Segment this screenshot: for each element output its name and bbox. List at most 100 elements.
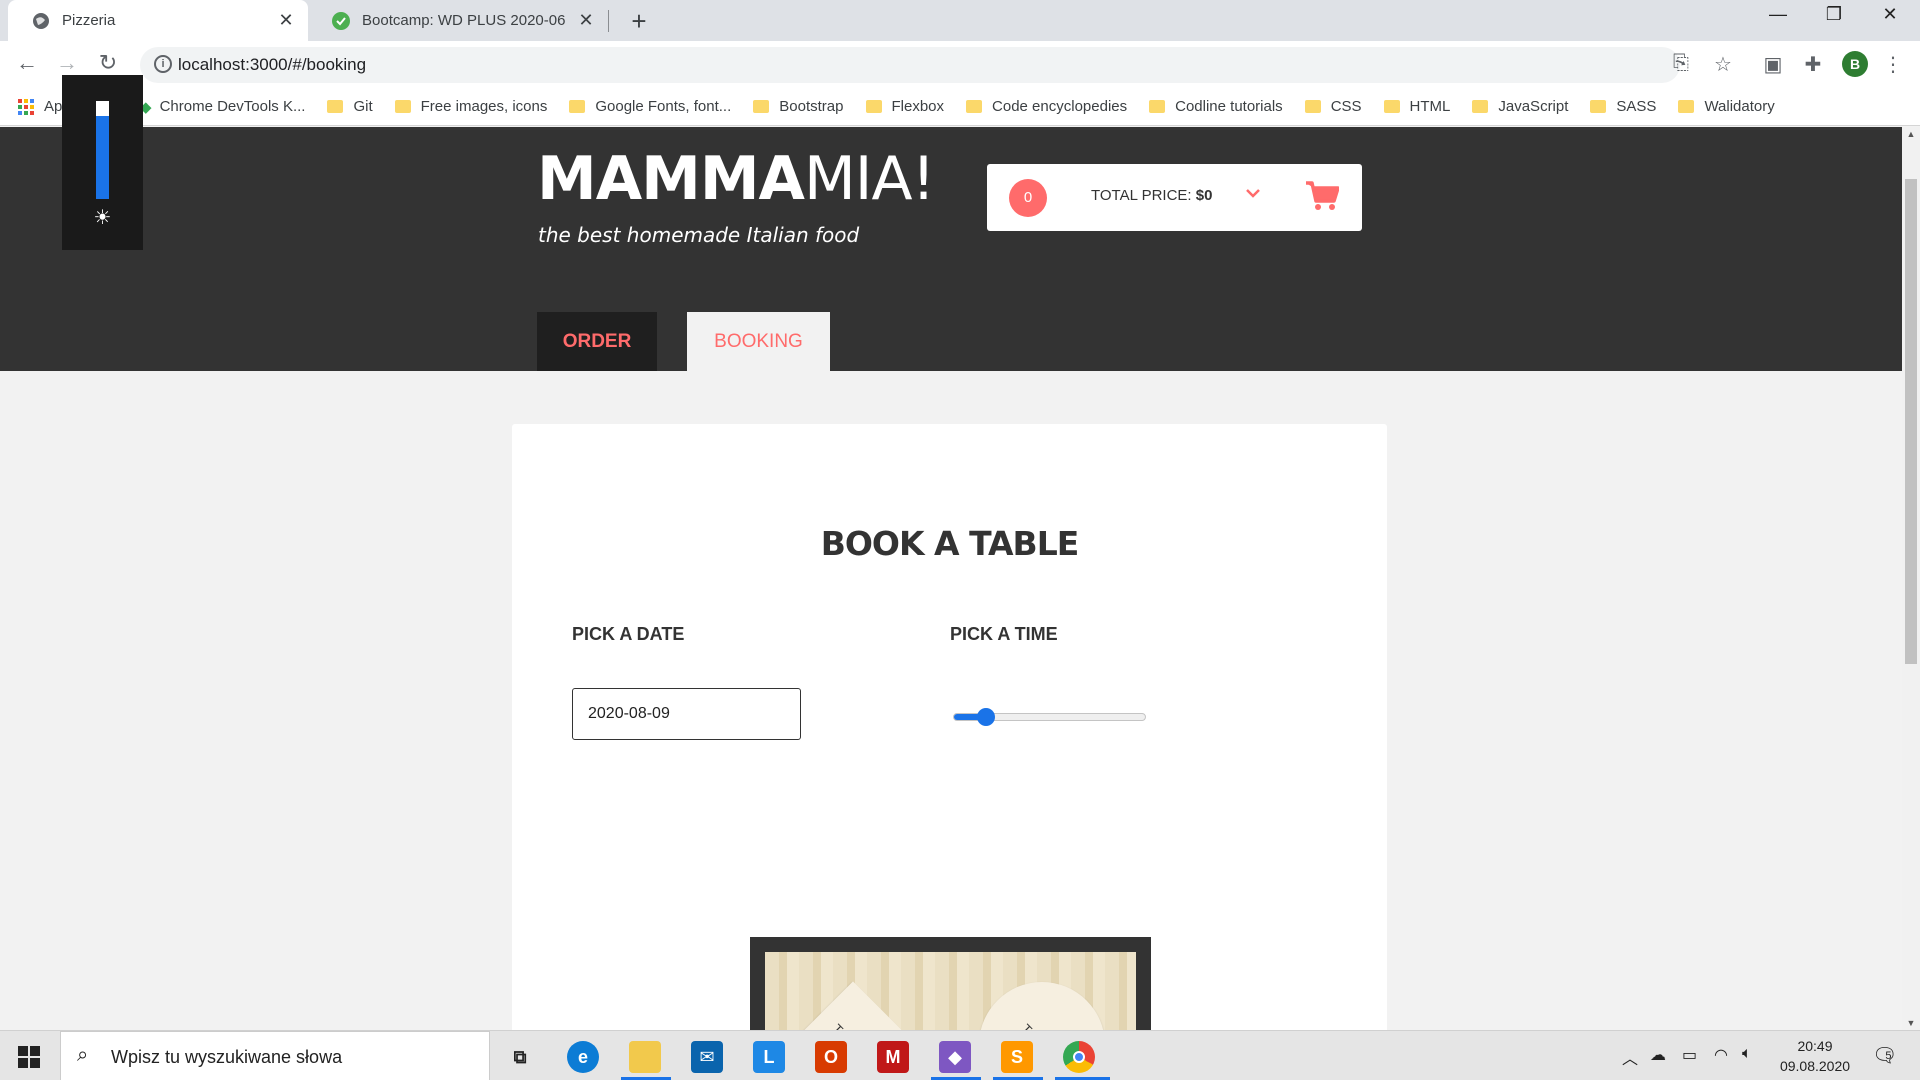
volume-icon[interactable]: 🔈︎: [1742, 1045, 1752, 1063]
folder-icon: [1678, 100, 1695, 113]
minimize-button[interactable]: —: [1750, 4, 1806, 25]
bookmark-label: Google Fonts, font...: [595, 98, 732, 115]
new-tab-button[interactable]: +: [624, 6, 654, 37]
notification-center-icon[interactable]: 🗨︎5: [1872, 1043, 1904, 1068]
extension-icon[interactable]: ▣: [1760, 52, 1786, 77]
bookmark-free-images[interactable]: Free images, icons: [394, 98, 548, 115]
bookmark-label: Free images, icons: [420, 98, 548, 115]
forward-button[interactable]: →: [52, 50, 82, 76]
onedrive-icon[interactable]: ☁: [1650, 1045, 1666, 1065]
bookmark-bootstrap[interactable]: Bootstrap: [753, 98, 844, 115]
bootcamp-favicon-icon: [332, 11, 350, 30]
bookmark-label: Flexbox: [891, 98, 945, 115]
page-scrollbar[interactable]: ▲ ▼: [1902, 127, 1920, 1030]
bookmark-javascript[interactable]: JavaScript: [1472, 98, 1568, 115]
bookmarks-bar: Aplikacje ◆ Chrome DevTools K... Git Fre…: [0, 88, 1920, 126]
site-info-icon[interactable]: i: [154, 55, 172, 73]
tab-bootcamp[interactable]: Bootcamp: WD PLUS 2020-06 ✕: [308, 0, 608, 41]
browser-tab-bar: Pizzeria ✕ Bootcamp: WD PLUS 2020-06 ✕ +…: [0, 0, 1920, 41]
l-app-icon[interactable]: L: [753, 1041, 785, 1073]
chrome-icon[interactable]: [1063, 1041, 1095, 1073]
bookmark-label: SASS: [1616, 98, 1657, 115]
close-tab-icon[interactable]: ✕: [574, 10, 598, 31]
bookmark-label: Code encyclopedies: [992, 98, 1128, 115]
translate-icon[interactable]: ⎘: [1668, 52, 1694, 75]
sublime-icon[interactable]: S: [1001, 1041, 1033, 1073]
time-label: PICK A TIME: [950, 624, 1058, 644]
tab-pizzeria[interactable]: Pizzeria ✕: [8, 0, 308, 41]
bookmark-sass[interactable]: SASS: [1590, 98, 1656, 115]
folder-icon: [1304, 100, 1321, 113]
clock-time: 20:49: [1797, 1038, 1833, 1054]
url-text[interactable]: localhost:3000/#/booking: [178, 55, 366, 75]
site-logo[interactable]: MAMMAMIA!: [537, 144, 936, 214]
address-bar[interactable]: i localhost:3000/#/booking: [140, 47, 1680, 83]
reload-button[interactable]: ↻: [93, 50, 123, 76]
page-title: BOOK A TABLE: [820, 524, 1080, 563]
restore-button[interactable]: ❐: [1806, 4, 1862, 25]
table-2-label: TABLE-2: [953, 956, 1131, 1030]
folder-icon: [865, 100, 882, 113]
bookmark-devtools[interactable]: ◆ Chrome DevTools K...: [140, 98, 305, 116]
time-slider-thumb[interactable]: [977, 708, 996, 726]
folder-icon: [569, 100, 586, 113]
tab-booking[interactable]: BOOKING: [687, 312, 830, 371]
scroll-up-icon[interactable]: ▲: [1902, 129, 1920, 139]
folder-icon: [966, 100, 983, 113]
bookmark-git[interactable]: Git: [327, 98, 373, 115]
file-explorer-icon[interactable]: [629, 1041, 661, 1073]
bookmark-walidatory[interactable]: Walidatory: [1678, 98, 1775, 115]
extensions-puzzle-icon[interactable]: ✚: [1800, 52, 1826, 77]
bookmark-label: Chrome DevTools K...: [159, 98, 306, 115]
shopping-cart-icon[interactable]: [1305, 180, 1340, 217]
bookmark-html[interactable]: HTML: [1383, 98, 1451, 115]
bookmark-label: Walidatory: [1704, 98, 1775, 115]
scroll-down-icon[interactable]: ▼: [1902, 1018, 1920, 1028]
taskbar-clock[interactable]: 20:49 09.08.2020: [1770, 1036, 1860, 1076]
table-1-label: TABLE-1: [789, 981, 916, 1030]
tray-chevron-up-icon[interactable]: ︿: [1622, 1045, 1638, 1069]
windows-start-icon[interactable]: [18, 1046, 40, 1068]
site-header: MAMMAMIA! the best homemade Italian food…: [0, 127, 1902, 371]
scrollbar-thumb[interactable]: [1905, 179, 1917, 664]
date-field[interactable]: 2020-08-09: [572, 688, 801, 740]
edge-icon[interactable]: e: [567, 1041, 599, 1073]
tab-order[interactable]: ORDER: [537, 312, 657, 371]
site-tagline: the best homemade Italian food: [538, 223, 860, 247]
task-view-icon[interactable]: ⧉: [504, 1041, 536, 1073]
menu-kebab-icon[interactable]: ⋮: [1880, 52, 1906, 77]
bookmark-code-encyclopedies[interactable]: Code encyclopedies: [966, 98, 1127, 115]
date-label: PICK A DATE: [572, 624, 685, 644]
chevron-down-icon[interactable]: [1245, 182, 1261, 205]
battery-icon[interactable]: ▭: [1682, 1045, 1697, 1065]
office-icon[interactable]: O: [815, 1041, 847, 1073]
wifi-icon[interactable]: ◠: [1714, 1045, 1728, 1065]
taskbar-search[interactable]: ⌕ Wpisz tu wyszukiwane słowa: [60, 1031, 490, 1080]
bookmark-label: HTML: [1409, 98, 1451, 115]
bookmark-codline[interactable]: Codline tutorials: [1149, 98, 1283, 115]
cart-total-label: TOTAL PRICE:: [1091, 187, 1192, 204]
bookmark-google-fonts[interactable]: Google Fonts, font...: [569, 98, 731, 115]
bookmark-label: CSS: [1330, 98, 1362, 115]
brightness-slider[interactable]: [96, 101, 109, 199]
close-tab-icon[interactable]: ✕: [274, 10, 298, 31]
bookmark-label: Codline tutorials: [1175, 98, 1283, 115]
clock-date: 09.08.2020: [1779, 1058, 1851, 1074]
windows-taskbar: ⌕ Wpisz tu wyszukiwane słowa ⧉ e ✉ L O M…: [0, 1030, 1920, 1080]
apps-grid-icon: [18, 98, 34, 115]
git-kraken-icon[interactable]: ◆: [939, 1041, 971, 1073]
bookmark-flexbox[interactable]: Flexbox: [865, 98, 945, 115]
folder-icon: [327, 100, 344, 113]
bookmark-label: Bootstrap: [779, 98, 844, 115]
browser-toolbar: ← → ↻ i localhost:3000/#/booking ⎘ ☆ ▣ ✚…: [0, 41, 1920, 88]
bookmark-star-icon[interactable]: ☆: [1710, 52, 1736, 77]
bookmark-css[interactable]: CSS: [1304, 98, 1362, 115]
brightness-overlay: ☀: [62, 75, 143, 250]
cart-widget[interactable]: 0 TOTAL PRICE: $0: [987, 164, 1362, 231]
back-button[interactable]: ←: [12, 50, 42, 76]
mail-icon[interactable]: ✉: [691, 1041, 723, 1073]
profile-avatar[interactable]: B: [1842, 51, 1868, 77]
mcafee-icon[interactable]: M: [877, 1041, 909, 1073]
globe-icon: [32, 12, 50, 30]
close-window-button[interactable]: ✕: [1862, 4, 1918, 25]
